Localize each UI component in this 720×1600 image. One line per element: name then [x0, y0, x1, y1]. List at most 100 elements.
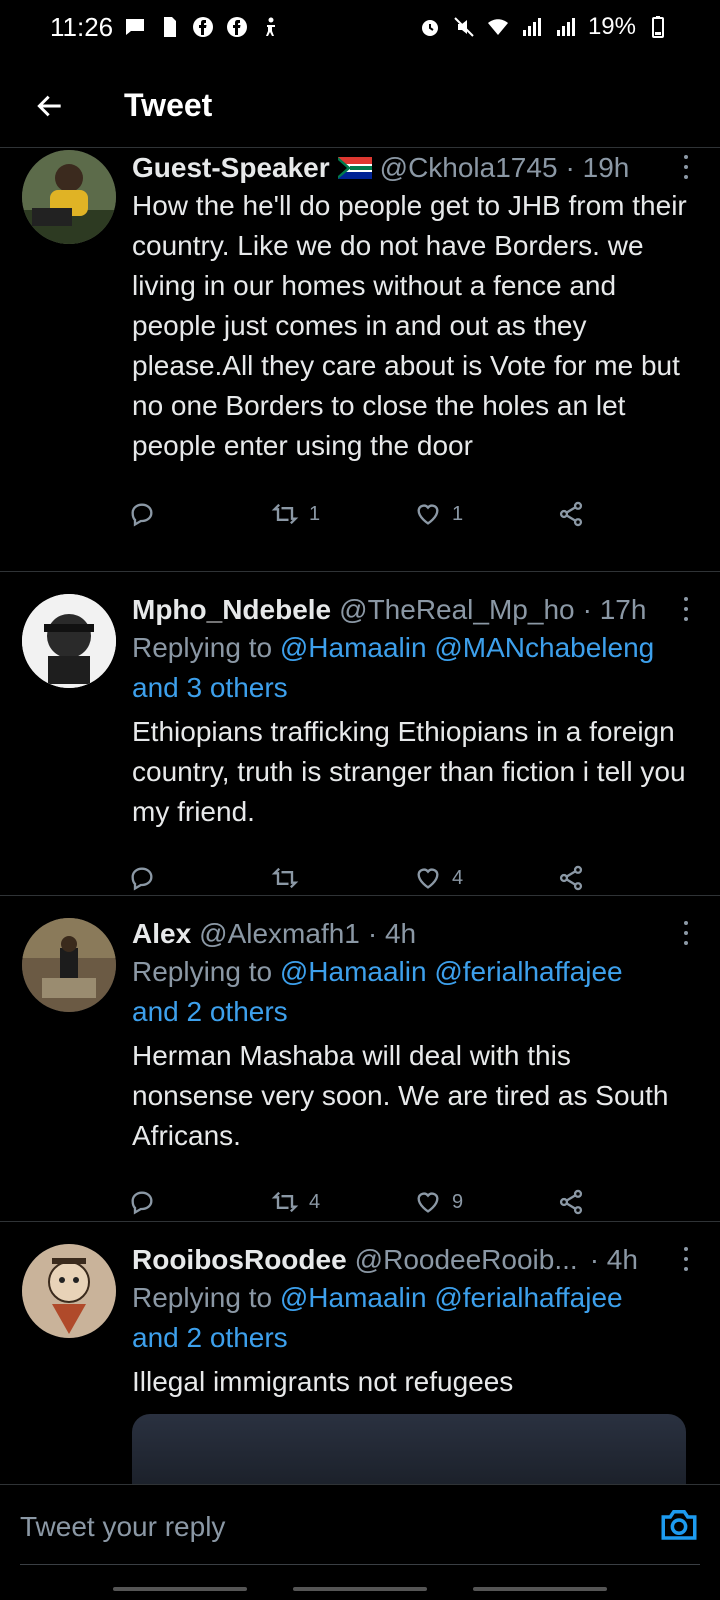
tweet[interactable]: Guest-Speaker @Ckhola1745 · 19h How the … — [0, 150, 720, 572]
avatar[interactable] — [22, 1244, 116, 1338]
retweet-icon — [271, 867, 299, 889]
mention-links[interactable]: @Hamaalin @ferialhaffajee — [280, 1282, 623, 1313]
nav-pill[interactable] — [473, 1587, 607, 1591]
share-icon — [559, 865, 583, 891]
reply-composer — [0, 1484, 720, 1600]
share-button[interactable] — [557, 1188, 700, 1216]
facebook-icon — [225, 15, 249, 39]
tweet-time: · 4h — [367, 918, 417, 949]
facebook-icon — [191, 15, 215, 39]
sim-icon — [157, 15, 181, 39]
more-options-button[interactable] — [676, 918, 696, 948]
heart-icon — [417, 1192, 439, 1213]
tweet-time: · 4h — [589, 1244, 638, 1275]
reply-button[interactable] — [128, 1188, 271, 1216]
avatar[interactable] — [22, 594, 116, 688]
camera-icon — [661, 1510, 697, 1540]
mention-links[interactable]: @Hamaalin @MANchabeleng — [280, 632, 654, 663]
tweet-time: · 17h — [582, 594, 647, 625]
retweet-icon — [271, 1191, 299, 1213]
avatar[interactable] — [22, 918, 116, 1012]
like-button[interactable]: 9 — [414, 1188, 557, 1216]
heart-icon — [417, 868, 439, 889]
tweet-media-image[interactable] — [132, 1414, 686, 1484]
tweet-actions: 1 1 — [128, 482, 700, 546]
share-icon — [559, 501, 583, 527]
like-count: 9 — [452, 1190, 464, 1213]
tweet-meta: Mpho_Ndebele @TheReal_Mp_ho · 17h — [132, 592, 700, 628]
author-handle[interactable]: @TheReal_Mp_ho — [339, 592, 574, 628]
page-title: Tweet — [124, 87, 213, 123]
tweet-meta: Alex @Alexmafh1 · 4h — [132, 916, 700, 952]
author-name[interactable]: Guest-Speaker — [132, 150, 330, 186]
tweet-meta: RooibosRoodee @RoodeeRooib... · 4h — [132, 1242, 700, 1278]
others-link[interactable]: and 2 others — [132, 1322, 288, 1353]
author-name[interactable]: Mpho_Ndebele — [132, 592, 331, 628]
others-link[interactable]: and 3 others — [132, 672, 288, 703]
battery-icon — [646, 15, 670, 39]
mute-icon — [452, 15, 476, 39]
retweet-count: 1 — [309, 502, 321, 525]
tweet-text: Herman Mashaba will deal with this nonse… — [132, 1040, 669, 1151]
more-options-button[interactable] — [676, 594, 696, 624]
status-right: 19% — [418, 13, 670, 41]
tweet-text: How the he'll do people get to JHB from … — [132, 190, 687, 461]
reply-input[interactable] — [20, 1501, 620, 1553]
like-button[interactable]: 4 — [414, 864, 557, 892]
top-app-bar: Tweet — [0, 64, 720, 148]
share-button[interactable] — [557, 864, 700, 892]
alarm-icon — [418, 15, 442, 39]
reply-icon — [131, 867, 153, 891]
tweet-time: · 19h — [565, 152, 630, 183]
tweet[interactable]: Mpho_Ndebele @TheReal_Mp_ho · 17h Replyi… — [0, 572, 720, 896]
share-icon — [559, 1189, 583, 1215]
replying-to: Replying to @Hamaalin @ferialhaffajee an… — [132, 952, 700, 1032]
tweet-meta: Guest-Speaker @Ckhola1745 · 19h — [132, 150, 700, 186]
nav-pill[interactable] — [113, 1587, 247, 1591]
signal-icon — [520, 15, 544, 39]
retweet-count: 4 — [309, 1190, 321, 1213]
mention-links[interactable]: @Hamaalin @ferialhaffajee — [280, 956, 623, 987]
more-options-button[interactable] — [676, 152, 696, 182]
back-button[interactable] — [20, 76, 80, 136]
gesture-nav-bar — [0, 1587, 720, 1591]
retweet-button[interactable] — [271, 864, 414, 892]
tweet-text: Ethiopians trafficking Ethiopians in a f… — [132, 716, 686, 827]
author-name[interactable]: Alex — [132, 916, 191, 952]
retweet-button[interactable]: 1 — [271, 500, 414, 528]
reply-icon — [131, 503, 153, 527]
replying-to-label: Replying to — [132, 956, 273, 987]
like-count: 1 — [452, 502, 464, 525]
share-button[interactable] — [557, 500, 700, 528]
reply-feed: Guest-Speaker @Ckhola1745 · 19h How the … — [0, 148, 720, 1484]
replying-to-label: Replying to — [132, 632, 273, 663]
status-bar: 11:26 19% — [0, 0, 720, 54]
more-options-button[interactable] — [676, 1244, 696, 1274]
avatar[interactable] — [22, 150, 116, 244]
reply-button[interactable] — [128, 864, 271, 892]
author-handle[interactable]: @RoodeeRooib... — [355, 1242, 578, 1278]
camera-button[interactable] — [658, 1503, 700, 1545]
reply-button[interactable] — [128, 500, 271, 528]
signal-icon — [554, 15, 578, 39]
accessibility-icon — [259, 15, 283, 39]
south-africa-flag-icon — [337, 157, 372, 179]
clock: 11:26 — [50, 11, 114, 42]
heart-icon — [417, 504, 439, 525]
status-left: 11:26 — [50, 12, 283, 43]
retweet-icon — [271, 503, 299, 525]
like-button[interactable]: 1 — [414, 500, 557, 528]
author-handle[interactable]: @Alexmafh1 — [199, 916, 360, 952]
author-name[interactable]: RooibosRoodee — [132, 1242, 347, 1278]
replying-to: Replying to @Hamaalin @ferialhaffajee an… — [132, 1278, 700, 1358]
author-handle[interactable]: @Ckhola1745 — [380, 150, 558, 186]
reply-icon — [131, 1191, 153, 1215]
nav-pill[interactable] — [293, 1587, 427, 1591]
message-icon — [123, 15, 147, 39]
tweet[interactable]: RooibosRoodee @RoodeeRooib... · 4h Reply… — [0, 1222, 720, 1484]
tweet[interactable]: Alex @Alexmafh1 · 4h Replying to @Hamaal… — [0, 896, 720, 1222]
battery-percent: 19% — [587, 13, 636, 40]
tweet-text: Illegal immigrants not refugees — [132, 1366, 514, 1397]
retweet-button[interactable]: 4 — [271, 1188, 414, 1216]
others-link[interactable]: and 2 others — [132, 996, 288, 1027]
